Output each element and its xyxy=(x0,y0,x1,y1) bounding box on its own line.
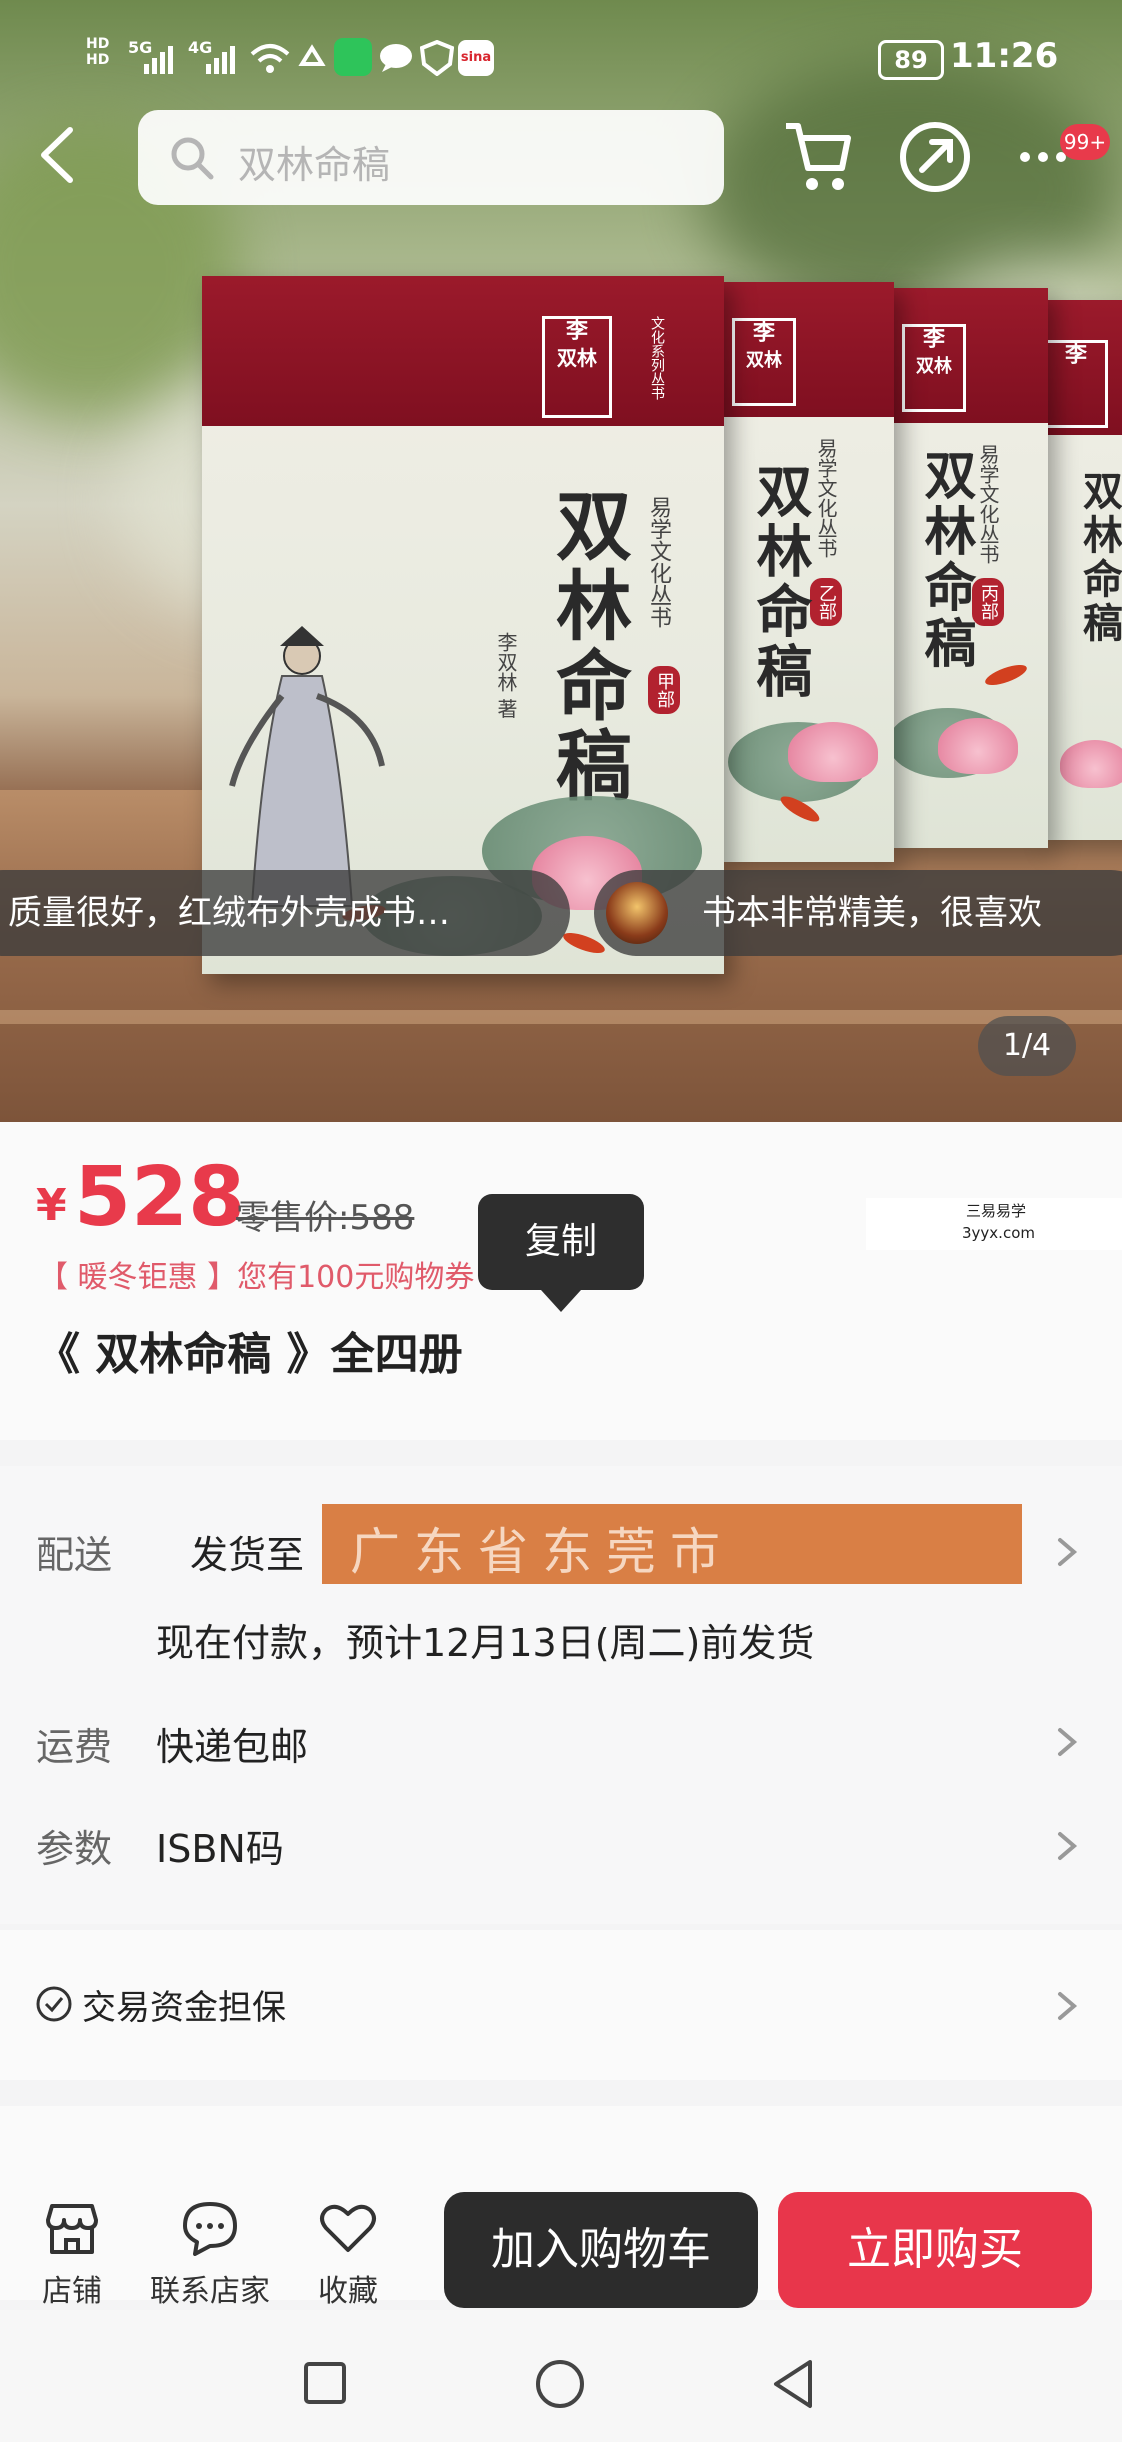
book-title: 双林命稿 xyxy=(1076,470,1122,646)
more-icon[interactable] xyxy=(1018,150,1068,164)
book-title: 双林命稿 xyxy=(543,486,632,806)
address-value: 广东省东莞市 xyxy=(350,1523,734,1581)
promo-text[interactable]: 【 暖冬钜惠 】您有100元购物券 xyxy=(38,1252,474,1296)
favorite-tab[interactable]: 收藏 xyxy=(306,2200,390,2310)
table-edge xyxy=(0,1010,1122,1024)
back-nav-icon[interactable] xyxy=(770,2358,816,2410)
book-title: 双林命稿 xyxy=(915,448,976,672)
shield-icon xyxy=(420,40,454,76)
book-seal: 李 xyxy=(1044,340,1108,428)
review-bubble-1[interactable]: 质量很好，红绒布外壳成书… xyxy=(0,870,570,956)
search-input[interactable]: 双林命稿 xyxy=(238,134,390,189)
message-icon xyxy=(380,44,412,72)
wechat-icon xyxy=(334,38,372,76)
back-icon[interactable] xyxy=(30,120,90,190)
clock: 11:26 xyxy=(950,36,1059,76)
params-label: 参数 xyxy=(36,1827,113,1871)
book-seal: 李双林 xyxy=(542,316,612,418)
book-volume-3: 李双林 易学文化丛书 丙部 双林命稿 xyxy=(888,288,1048,848)
contact-label: 联系店家 xyxy=(150,2274,270,2309)
search-icon xyxy=(171,137,214,180)
book-author: 李双林 著 xyxy=(494,632,518,719)
product-title[interactable]: 《 双林命稿 》全四册 xyxy=(36,1318,463,1382)
battery-icon: 89 xyxy=(878,40,944,80)
shop-tab[interactable]: 店铺 xyxy=(30,2200,114,2310)
favorite-label: 收藏 xyxy=(318,2274,378,2309)
link-icon xyxy=(298,44,326,66)
delivery-eta: 现在付款，预计12月13日(周二)前发货 xyxy=(156,1621,815,1665)
image-pager: 1/4 xyxy=(978,1016,1076,1076)
copy-tooltip-arrow xyxy=(541,1290,581,1312)
guarantee-text: 交易资金担保 xyxy=(82,1988,286,2028)
chevron-right-icon[interactable] xyxy=(1046,1532,1086,1572)
book-title: 双林命稿 xyxy=(747,462,813,702)
share-icon[interactable] xyxy=(896,118,974,196)
price-value: 528 xyxy=(74,1150,246,1245)
delivery-label: 配送 xyxy=(36,1533,113,1577)
shop-label: 店铺 xyxy=(42,2274,102,2309)
heart-icon xyxy=(320,2204,376,2252)
copy-tooltip-button[interactable]: 复制 xyxy=(478,1194,644,1290)
chevron-right-icon[interactable] xyxy=(1046,1826,1086,1866)
cart-icon[interactable] xyxy=(782,118,852,198)
hd-indicator: HD HD xyxy=(86,36,110,68)
review-text-1: 质量很好，红绒布外壳成书… xyxy=(8,893,450,933)
shipping-fee-label: 运费 xyxy=(36,1725,113,1769)
shop-icon xyxy=(46,2204,98,2254)
shipping-fee-value[interactable]: 快递包邮 xyxy=(156,1716,308,1771)
watermark-url: 3yyx.com xyxy=(962,1224,1035,1242)
contact-tab[interactable]: 联系店家 xyxy=(142,2200,278,2310)
chevron-right-icon[interactable] xyxy=(1046,1722,1086,1762)
check-circle-icon xyxy=(36,1986,72,2022)
book-volume-2: 李双林 易学文化丛书 乙部 双林命稿 xyxy=(718,282,894,862)
book-seal: 李双林 xyxy=(902,324,966,412)
recent-apps-icon[interactable] xyxy=(302,2360,348,2406)
book-series-small: 文化系列丛书 xyxy=(649,316,665,400)
search-bar[interactable]: 双林命稿 xyxy=(138,110,724,205)
book-seal: 李双林 xyxy=(732,318,796,406)
book-series: 易学文化丛书 xyxy=(646,496,671,628)
chat-icon xyxy=(183,2202,237,2256)
notification-badge: 99+ xyxy=(1060,124,1110,160)
watermark-text: 三易易学 xyxy=(966,1202,1027,1220)
review-text-2: 书本非常精美，很喜欢 xyxy=(702,893,1042,933)
signal-icon xyxy=(144,46,173,74)
review-bubble-2[interactable]: 书本非常精美，很喜欢 xyxy=(594,870,1122,956)
wifi-icon xyxy=(250,44,290,73)
buy-now-button[interactable]: 立即购买 xyxy=(778,2192,1092,2308)
currency-symbol: ¥ xyxy=(36,1180,67,1231)
home-icon[interactable] xyxy=(534,2358,586,2410)
chevron-right-icon[interactable] xyxy=(1046,1986,1086,2026)
ship-to-label: 发货至 xyxy=(190,1533,305,1577)
status-bar: HD HD 5G 4G sina 89 11:26 xyxy=(0,0,1122,110)
reviewer-avatar xyxy=(606,882,668,944)
add-to-cart-button[interactable]: 加入购物车 xyxy=(444,2192,758,2308)
params-value[interactable]: ISBN码 xyxy=(156,1818,284,1873)
sina-icon: sina xyxy=(458,40,494,76)
retail-price: 零售价:588 xyxy=(236,1198,415,1238)
book-volume-4: 李 双林命稿 xyxy=(1040,300,1122,840)
book-part: 甲部 xyxy=(648,666,680,714)
signal-icon-2 xyxy=(206,46,235,74)
